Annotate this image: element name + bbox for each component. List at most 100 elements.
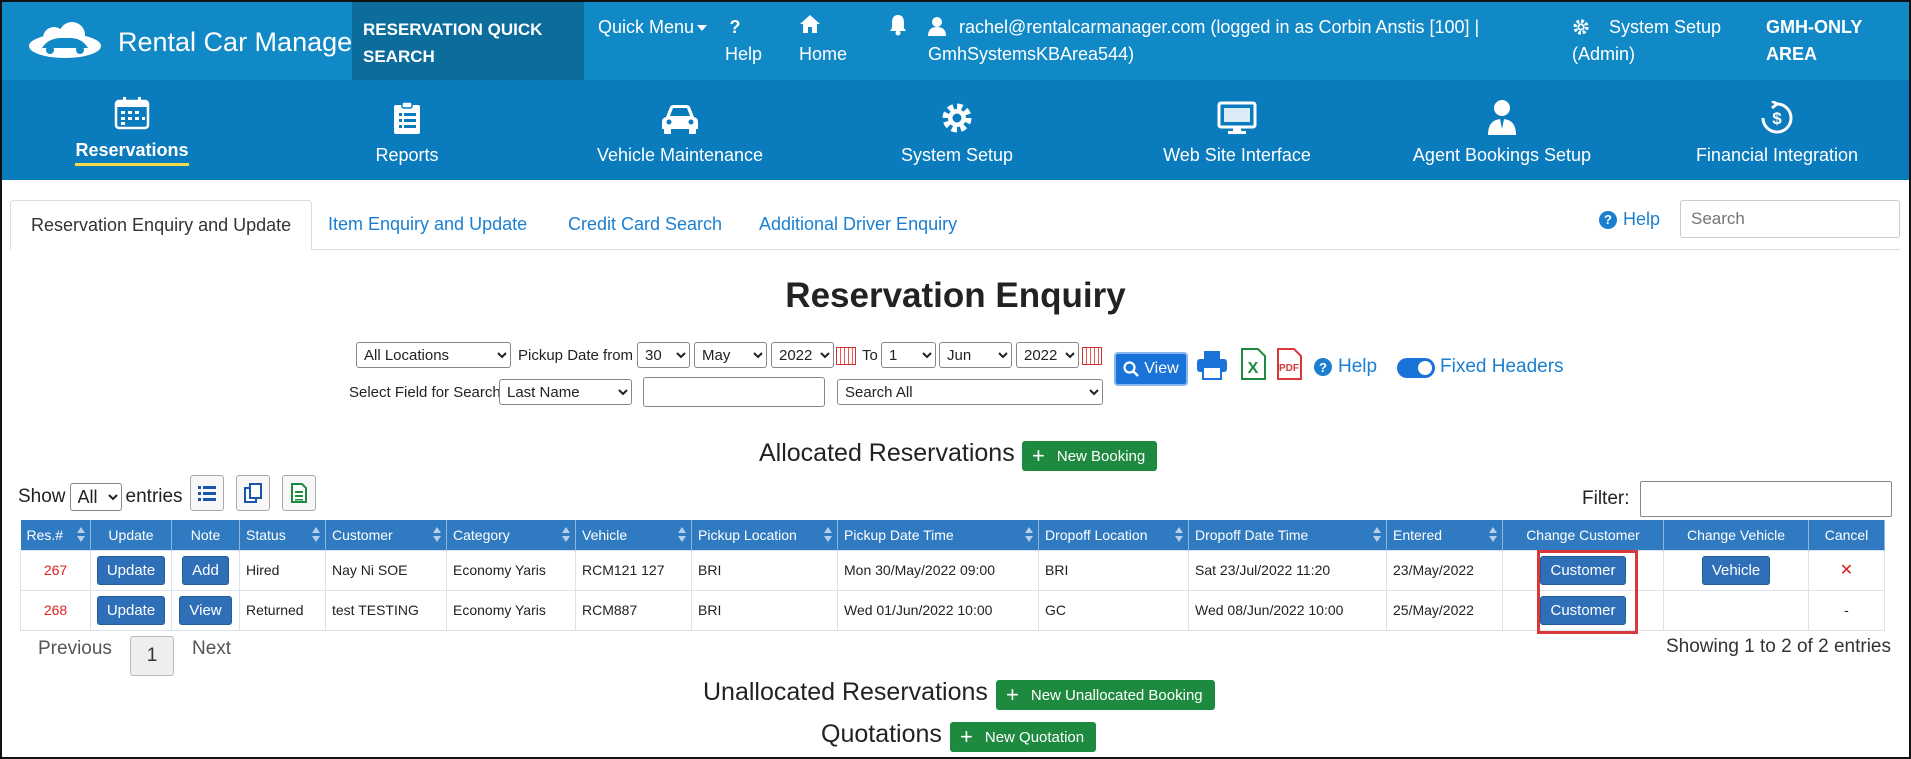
update-button[interactable]: Update (96, 555, 166, 585)
tab-help-link[interactable]: ? Help (1599, 209, 1660, 230)
quotations-title: Quotations (821, 720, 942, 748)
col-pickup-date-time[interactable]: Pickup Date Time (837, 520, 1039, 550)
to-year-select[interactable]: 2022 (1016, 342, 1079, 368)
filter-input[interactable] (1640, 481, 1892, 517)
new-booking-button[interactable]: + New Booking (1022, 441, 1158, 471)
col-status[interactable]: Status (239, 520, 326, 550)
help-link[interactable]: ? Help (725, 14, 775, 68)
tab-reservation-enquiry[interactable]: Reservation Enquiry and Update (10, 200, 313, 250)
to-month-select[interactable]: Jun (939, 342, 1012, 368)
vehicle-cell: RCM121 127 (575, 549, 692, 591)
res-number[interactable]: 267 (20, 549, 91, 591)
update-cell: Update (90, 589, 172, 631)
new-unallocated-booking-button[interactable]: + New Unallocated Booking (996, 680, 1215, 710)
cancel-cell: ✕ (1808, 549, 1885, 591)
col-entered[interactable]: Entered (1386, 520, 1503, 550)
search-input[interactable] (1680, 200, 1900, 238)
col-vehicle[interactable]: Vehicle (575, 520, 692, 550)
col-dropoff-date-time[interactable]: Dropoff Date Time (1188, 520, 1387, 550)
home-link[interactable]: Home (799, 14, 847, 68)
nav-vehicle-maintenance[interactable]: Vehicle Maintenance (580, 80, 780, 180)
nav-system-setup[interactable]: System Setup (872, 80, 1042, 180)
quick-menu[interactable]: Quick Menu (598, 14, 708, 41)
calendar-icon[interactable] (836, 347, 856, 365)
tab-additional-driver-enquiry[interactable]: Additional Driver Enquiry (739, 200, 977, 250)
svg-text:$: $ (1772, 109, 1782, 128)
pdf-icon[interactable]: PDF (1276, 348, 1302, 380)
pickup-location-cell: BRI (691, 549, 838, 591)
list-icon (198, 486, 216, 501)
quick-menu-label: Quick Menu (598, 17, 695, 37)
copy-button[interactable] (236, 475, 270, 511)
tab-credit-card-search[interactable]: Credit Card Search (548, 200, 742, 250)
nav-reports[interactable]: Reports (337, 80, 477, 180)
filter-help-link[interactable]: ? Help (1314, 356, 1377, 378)
search-value-input[interactable] (643, 377, 825, 407)
col-res[interactable]: Res.# (20, 520, 91, 550)
column-list-button[interactable] (190, 475, 224, 511)
from-year-select[interactable]: 2022 (771, 342, 834, 368)
gear-icon (1573, 19, 1589, 35)
nav-financial-integration[interactable]: $ Financial Integration (1672, 80, 1882, 180)
show-label: Show (18, 486, 66, 507)
user-area: GmhSystemsKBArea544) (928, 44, 1135, 64)
brand[interactable]: Rental Car Manager (26, 22, 361, 62)
entries-select[interactable]: All (69, 483, 122, 511)
category-cell: Economy Yaris (446, 589, 576, 631)
fixed-headers-toggle[interactable] (1397, 358, 1435, 378)
plus-icon: + (1006, 682, 1019, 707)
user-email: rachel@rentalcarmanager.com (logged in a… (959, 17, 1480, 37)
col-change-customer: Change Customer (1502, 520, 1664, 550)
system-setup-label: System Setup (1609, 17, 1722, 37)
pager-previous[interactable]: Previous (38, 638, 112, 660)
agent-icon (1488, 100, 1516, 135)
nav-web-site-interface[interactable]: Web Site Interface (1137, 80, 1337, 180)
col-cancel: Cancel (1808, 520, 1885, 550)
nav-reservations[interactable]: Reservations (62, 80, 202, 180)
res-number[interactable]: 268 (20, 589, 91, 631)
system-setup-link[interactable]: System Setup (Admin) (1572, 14, 1721, 68)
pager-page-1[interactable]: 1 (130, 636, 174, 676)
svg-text:PDF: PDF (1279, 363, 1299, 374)
calendar-icon[interactable] (1082, 347, 1102, 365)
pager-next[interactable]: Next (192, 638, 231, 660)
search-field-select[interactable]: Last Name (499, 379, 632, 405)
col-category[interactable]: Category (446, 520, 576, 550)
nav-label: Agent Bookings Setup (1412, 145, 1592, 165)
change-vehicle-button[interactable]: Vehicle (1701, 555, 1771, 585)
highlight-box (1537, 550, 1638, 634)
car-icon (662, 105, 698, 134)
note-view-button[interactable]: View (179, 595, 232, 625)
tab-item-enquiry[interactable]: Item Enquiry and Update (308, 200, 547, 250)
from-day-select[interactable]: 30 (637, 342, 690, 368)
note-add-button[interactable]: Add (182, 555, 229, 585)
printer-icon[interactable] (1196, 350, 1228, 380)
page-title: Reservation Enquiry (785, 276, 1126, 315)
customer-cell: Nay Ni SOE (325, 549, 447, 591)
update-button[interactable]: Update (96, 595, 166, 625)
search-scope-select[interactable]: Search All (837, 379, 1103, 405)
area-line2: AREA (1766, 44, 1818, 64)
entries-label: entries (125, 486, 183, 507)
view-button[interactable]: View (1114, 352, 1188, 386)
cancel-x-icon[interactable]: ✕ (1840, 562, 1853, 579)
new-quotation-button[interactable]: + New Quotation (950, 722, 1097, 752)
to-day-select[interactable]: 1 (881, 342, 936, 368)
col-pickup-location[interactable]: Pickup Location (691, 520, 838, 550)
location-select[interactable]: All Locations (356, 342, 511, 368)
user-account[interactable]: rachel@rentalcarmanager.com (logged in a… (928, 14, 1479, 68)
col-customer[interactable]: Customer (325, 520, 447, 550)
bell-icon[interactable] (888, 14, 908, 44)
reservation-quick-search[interactable]: RESERVATION QUICK SEARCH (352, 2, 584, 80)
unallocated-title: Unallocated Reservations (703, 678, 988, 706)
export-button[interactable] (282, 475, 316, 511)
excel-icon[interactable]: X (1240, 348, 1266, 380)
from-month-select[interactable]: May (694, 342, 767, 368)
nav-agent-bookings-setup[interactable]: Agent Bookings Setup (1402, 80, 1602, 180)
col-note: Note (171, 520, 240, 550)
col-dropoff-location[interactable]: Dropoff Location (1038, 520, 1189, 550)
vehicle-cell: RCM887 (575, 589, 692, 631)
dollar-refresh-icon: $ (1761, 101, 1793, 134)
caret-down-icon (697, 25, 708, 32)
header-label: Customer (332, 526, 393, 543)
